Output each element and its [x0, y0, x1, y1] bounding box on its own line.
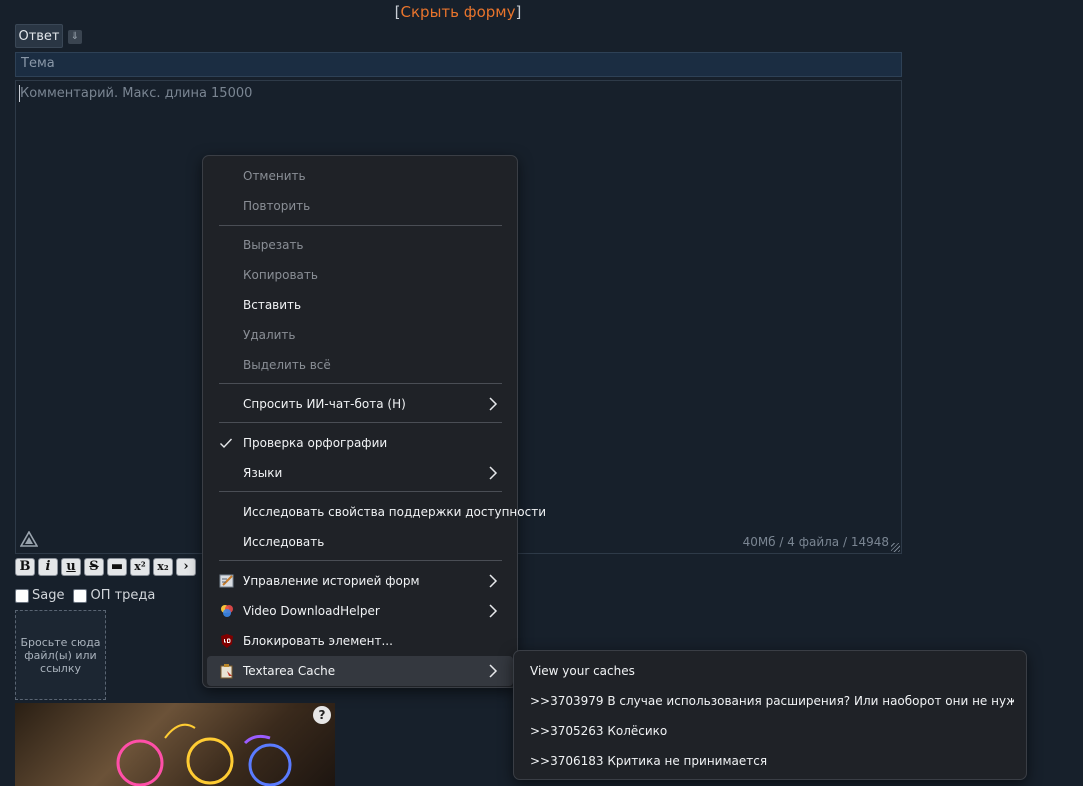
menu-separator	[219, 560, 502, 561]
menu-item-undo[interactable]: Отменить	[207, 161, 513, 191]
sage-label: Sage	[32, 588, 65, 603]
languages-label: Языки	[243, 466, 283, 480]
redo-label: Повторить	[243, 199, 311, 213]
textarea-cache-label: Textarea Cache	[243, 664, 336, 678]
quote-button[interactable]: ›	[176, 558, 196, 576]
menu-separator	[219, 491, 502, 492]
submenu-item-cache[interactable]: >>3703979 В случае использования расшире…	[518, 686, 1014, 716]
menu-item-video-downloadhelper[interactable]: Video DownloadHelper	[207, 596, 513, 626]
captcha-neon-icons	[116, 723, 292, 786]
ublock-shield-icon	[221, 634, 233, 648]
menu-item-textarea-cache[interactable]: Textarea Cache	[207, 656, 513, 686]
file-dropzone[interactable]: Бросьте сюда файл(ы) или ссылку	[15, 610, 106, 700]
chevron-right-icon	[489, 397, 498, 411]
menu-item-redo[interactable]: Повторить	[207, 191, 513, 221]
op-checkbox[interactable]	[73, 588, 88, 603]
menu-item-languages[interactable]: Языки	[207, 458, 513, 488]
menu-separator	[219, 225, 502, 226]
sage-checkbox[interactable]	[15, 588, 29, 603]
checkmark-icon	[220, 438, 233, 449]
menu-item-delete[interactable]: Удалить	[207, 320, 513, 350]
menu-separator	[219, 422, 502, 423]
markup-toggle-icon[interactable]	[20, 531, 38, 547]
chevron-right-icon	[489, 604, 498, 618]
menu-item-select-all[interactable]: Выделить всё	[207, 350, 513, 380]
menu-item-paste[interactable]: Вставить	[207, 290, 513, 320]
menu-item-spellcheck[interactable]: Проверка орфографии	[207, 428, 513, 458]
undo-label: Отменить	[243, 169, 306, 183]
paste-label: Вставить	[243, 298, 302, 312]
menu-item-cut[interactable]: Вырезать	[207, 230, 513, 260]
delete-label: Удалить	[243, 328, 296, 342]
textarea-cache-submenu: View your caches >>3703979 В случае испо…	[513, 650, 1027, 780]
video-downloadhelper-label: Video DownloadHelper	[243, 604, 380, 618]
post-options: Sage ОП треда	[15, 588, 155, 603]
comment-placeholder: Комментарий. Макс. длина 15000	[20, 86, 253, 101]
hide-form-toggle: [Скрыть форму]	[0, 3, 916, 21]
inspect-label: Исследовать	[243, 535, 325, 549]
menu-item-inspect-accessibility[interactable]: Исследовать свойства поддержки доступнос…	[207, 497, 546, 527]
captcha-image: ?	[15, 703, 335, 786]
submenu-item-cache[interactable]: >>3706183 Критика не принимается	[518, 746, 1014, 776]
form-history-icon	[219, 574, 234, 588]
context-menu: Отменить Повторить Вырезать Копировать В…	[202, 155, 546, 688]
cut-label: Вырезать	[243, 238, 304, 252]
limits-counter: 40Мб / 4 файла / 14948	[742, 535, 889, 549]
format-toolbar: B i u S ▬ x² x₂ ›	[15, 558, 196, 576]
chevron-right-icon	[489, 574, 498, 588]
clipboard-icon	[220, 664, 233, 679]
copy-label: Копировать	[243, 268, 318, 282]
captcha-help-button[interactable]: ?	[313, 706, 331, 724]
menu-item-form-history[interactable]: Управление историей форм	[207, 566, 513, 596]
resize-grip-icon[interactable]	[891, 543, 900, 552]
spellcheck-label: Проверка орфографии	[243, 436, 388, 450]
submenu-item-cache[interactable]: >>3705263 Колёсико	[518, 716, 1014, 746]
select-all-label: Выделить всё	[243, 358, 331, 372]
op-label: ОП треда	[90, 588, 156, 603]
form-history-label: Управление историей форм	[243, 574, 420, 588]
strike-button[interactable]: S	[84, 558, 104, 576]
arrow-down-icon[interactable]: ⇓	[68, 30, 82, 44]
menu-item-inspect[interactable]: Исследовать	[207, 527, 513, 557]
spoiler-button[interactable]: ▬	[107, 558, 127, 576]
chevron-right-icon	[489, 664, 498, 678]
menu-item-ask-ai[interactable]: Спросить ИИ-чат-бота (H)	[207, 389, 513, 419]
menu-item-copy[interactable]: Копировать	[207, 260, 513, 290]
ask-ai-label: Спросить ИИ-чат-бота (H)	[243, 397, 406, 411]
inspect-accessibility-label: Исследовать свойства поддержки доступнос…	[243, 505, 547, 519]
menu-item-block-element[interactable]: Блокировать элемент...	[207, 626, 513, 656]
bold-button[interactable]: B	[15, 558, 35, 576]
block-element-label: Блокировать элемент...	[243, 634, 393, 648]
menu-separator	[219, 383, 502, 384]
underline-button[interactable]: u	[61, 558, 81, 576]
hide-form-link[interactable]: Скрыть форму	[401, 3, 516, 21]
reply-tab[interactable]: Ответ	[15, 24, 63, 48]
chevron-right-icon	[489, 466, 498, 480]
subject-input[interactable]: Тема	[15, 52, 902, 77]
hide-form-bracket-right: ]	[515, 3, 522, 21]
subscript-button[interactable]: x₂	[153, 558, 173, 576]
submenu-item-view-caches[interactable]: View your caches	[518, 656, 1014, 686]
video-downloadhelper-icon	[221, 605, 233, 617]
italic-button[interactable]: i	[38, 558, 58, 576]
superscript-button[interactable]: x²	[130, 558, 150, 576]
